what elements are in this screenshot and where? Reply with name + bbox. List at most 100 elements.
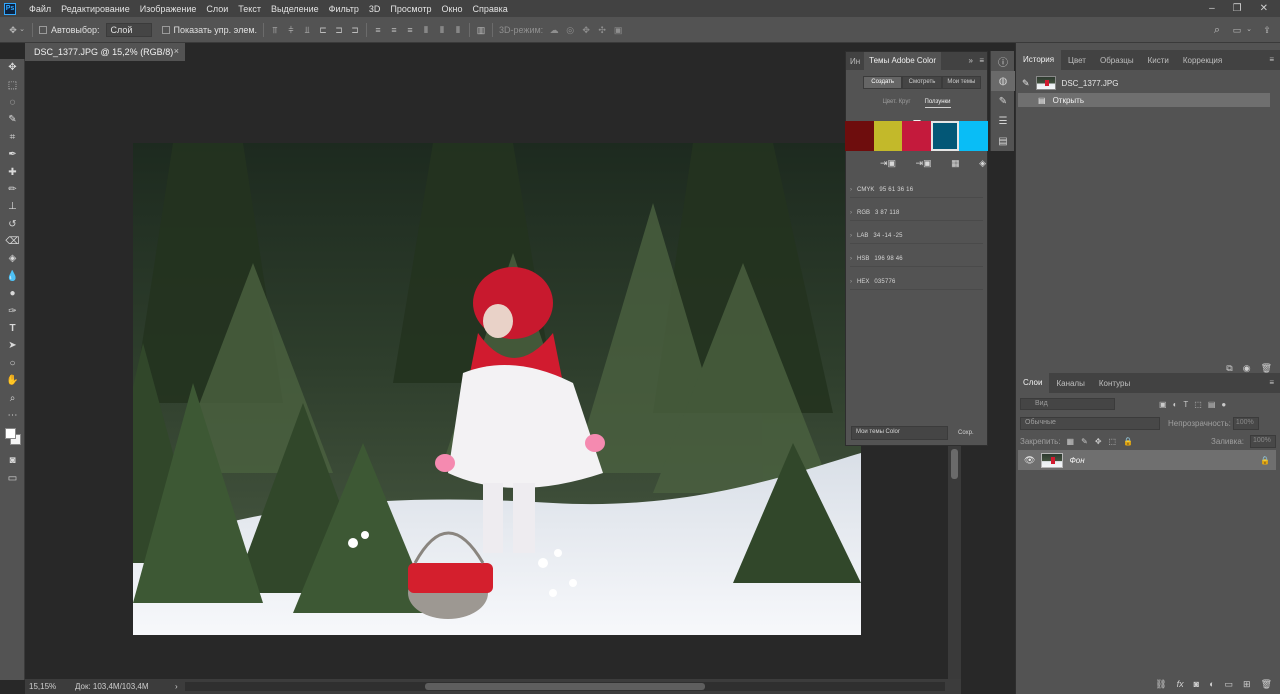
layer-row[interactable]: 👁 Фон 🔒 [1018, 450, 1276, 470]
quick-mask-icon[interactable]: ◙ [0, 452, 25, 469]
blend-mode-dropdown[interactable]: Обычные [1020, 416, 1160, 430]
menu-3d[interactable]: 3D [364, 4, 386, 14]
foreground-color-swatch[interactable] [5, 428, 16, 440]
eyedropper-tool-icon[interactable]: ✒ [0, 146, 25, 163]
menu-select[interactable]: Выделение [266, 4, 324, 14]
tab-adobe-color-themes[interactable]: Темы Adobe Color [864, 52, 942, 70]
value-row-rgb[interactable]: › RGB 3 87 118 [850, 205, 983, 221]
history-snapshot[interactable]: ✎ DSC_1377.JPG [1018, 73, 1280, 93]
show-transform-checkbox[interactable] [161, 25, 170, 34]
menu-help[interactable]: Справка [467, 4, 512, 14]
align-hcenter-icon[interactable]: ⊐ [334, 25, 344, 35]
distribute-bottom-icon[interactable]: ≡ [405, 25, 415, 35]
new-group-icon[interactable]: ▭ [1225, 679, 1234, 690]
healing-brush-tool-icon[interactable]: ✚ [0, 163, 25, 180]
adobe-color-icon[interactable]: ◍ [991, 71, 1015, 91]
create-mode-button[interactable]: Создать [863, 76, 903, 89]
properties-icon[interactable]: ☰ [991, 111, 1015, 131]
menu-edit[interactable]: Редактирование [56, 4, 135, 14]
workspace-icon[interactable]: ▭ [1232, 25, 1242, 35]
tab-color[interactable]: Цвет [1061, 56, 1093, 65]
layer-filter-dropdown[interactable]: Вид [1020, 398, 1115, 410]
hand-tool-icon[interactable]: ✋ [0, 372, 25, 389]
eyedropper-icon[interactable]: ◈ [979, 158, 986, 169]
save-theme-button[interactable]: Сохр. [958, 430, 974, 436]
lasso-tool-icon[interactable]: ◌ [0, 94, 25, 111]
document-image[interactable] [133, 143, 861, 635]
autoselect-dropdown[interactable]: Слой [105, 22, 152, 37]
slide-3d-icon[interactable]: ✣ [597, 25, 607, 35]
theme-swatch[interactable] [930, 121, 960, 151]
filter-pixel-icon[interactable]: ▣ [1159, 400, 1167, 409]
menu-layers[interactable]: Слои [201, 4, 233, 14]
minimize-icon[interactable]: – [1209, 3, 1215, 14]
fill-field[interactable]: 100% [1250, 434, 1276, 448]
add-mask-icon[interactable]: ◙ [1194, 679, 1199, 690]
menu-file[interactable]: Файл [24, 4, 56, 14]
theme-swatch[interactable] [873, 121, 903, 151]
align-bottom-icon[interactable]: ⫫ [302, 25, 312, 35]
marquee-tool-icon[interactable]: ⬚ [0, 76, 25, 93]
trash-icon[interactable]: 🗑 [1261, 679, 1272, 690]
quick-select-tool-icon[interactable]: ✎ [0, 111, 25, 128]
panel-menu-icon[interactable]: ≡ [1269, 55, 1274, 64]
search-icon[interactable]: ⌕ [1212, 24, 1222, 35]
zoom-level[interactable]: 15,15% [25, 682, 65, 691]
close-icon[interactable]: ✕ [1260, 3, 1268, 14]
tab-history[interactable]: История [1016, 50, 1062, 70]
chevron-down-icon[interactable]: ⌄ [1244, 25, 1254, 35]
align-vcenter-icon[interactable]: ⫩ [286, 25, 296, 35]
share-icon[interactable]: ⇪ [1262, 25, 1272, 35]
menu-window[interactable]: Окно [437, 4, 468, 14]
path-select-tool-icon[interactable]: ➤ [0, 337, 25, 354]
panel-menu-icon[interactable]: ≡ [979, 56, 984, 65]
filter-type-icon[interactable]: T [1183, 400, 1188, 409]
history-brush-tool-icon[interactable]: ↺ [0, 216, 25, 233]
tab-brushes[interactable]: Кисти [1141, 56, 1176, 65]
brush-settings-icon[interactable]: ✎ [991, 91, 1015, 111]
scale-3d-icon[interactable]: ▣ [613, 25, 623, 35]
theme-swatch[interactable] [845, 121, 874, 151]
ellipse-tool-icon[interactable]: ○ [0, 355, 25, 372]
lock-transparent-icon[interactable]: ▦ [1067, 437, 1075, 446]
theme-swatch[interactable] [959, 121, 988, 151]
scroll-thumb[interactable] [425, 683, 705, 690]
blur-tool-icon[interactable]: 💧 [0, 268, 25, 285]
opacity-field[interactable]: 100% [1232, 416, 1259, 430]
zoom-tool-icon[interactable]: ⌕ [0, 389, 25, 406]
filter-toggle-icon[interactable]: ● [1221, 400, 1226, 409]
tab-info[interactable]: Ин [846, 57, 864, 66]
distribute-top-icon[interactable]: ≡ [373, 25, 383, 35]
menu-view[interactable]: Просмотр [385, 4, 436, 14]
tab-channels[interactable]: Каналы [1049, 379, 1091, 388]
brush-tool-icon[interactable]: ✏ [0, 181, 25, 198]
move-tool-icon[interactable]: ✥ [0, 59, 25, 76]
link-layers-icon[interactable]: ⛓ [1155, 679, 1166, 690]
screen-mode-icon[interactable]: ▭ [0, 470, 25, 487]
eraser-tool-icon[interactable]: ⌫ [0, 233, 25, 250]
expand-panel-icon[interactable]: » [969, 56, 973, 65]
auto-align-icon[interactable]: ▥ [476, 25, 486, 35]
info-icon[interactable]: ⓘ [991, 51, 1015, 71]
roll-3d-icon[interactable]: ◎ [565, 25, 575, 35]
my-themes-button[interactable]: Мои темы [941, 76, 981, 89]
document-tab[interactable]: DSC_1377.JPG @ 15,2% (RGB/8) × [25, 43, 185, 61]
tab-color-wheel[interactable]: Цвет. Круг [882, 99, 910, 108]
value-row-cmyk[interactable]: › CMYK 95 61 36 16 [850, 182, 983, 198]
dodge-tool-icon[interactable]: ● [0, 285, 25, 302]
panel-menu-icon[interactable]: ≡ [1269, 378, 1274, 387]
maximize-icon[interactable]: ❐ [1233, 3, 1242, 14]
orbit-3d-icon[interactable]: ☁ [549, 25, 559, 35]
status-menu-arrow-icon[interactable]: › [175, 682, 178, 691]
value-row-hsb[interactable]: › HSB 196 98 46 [850, 251, 983, 267]
align-right-icon[interactable]: ⊐ [350, 25, 360, 35]
add-to-swatches-icon[interactable]: ▦ [951, 158, 960, 169]
lock-paint-icon[interactable]: ✎ [1081, 437, 1088, 446]
align-left-icon[interactable]: ⊏ [318, 25, 328, 35]
filter-smart-icon[interactable]: ▤ [1208, 400, 1216, 409]
horizontal-scrollbar[interactable] [185, 682, 945, 691]
explore-mode-button[interactable]: Смотреть [902, 76, 942, 89]
chevron-down-icon[interactable]: ⌄ [18, 25, 26, 35]
pan-3d-icon[interactable]: ✥ [581, 25, 591, 35]
lock-all-icon[interactable]: 🔒 [1123, 437, 1133, 446]
